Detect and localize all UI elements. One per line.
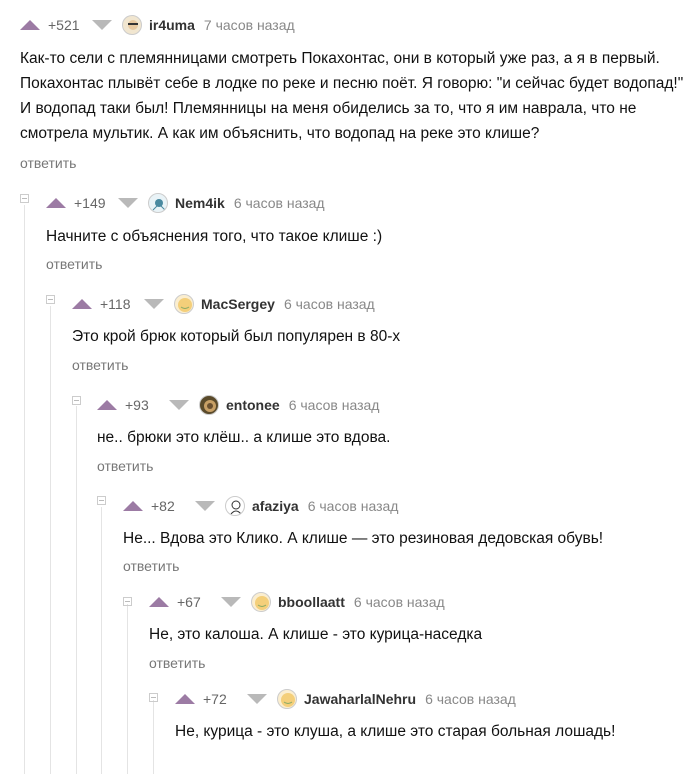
thread-line: [24, 205, 25, 774]
username[interactable]: bboollaatt: [278, 594, 345, 610]
comment-text: Это крой брюк который был популярен в 80…: [72, 328, 401, 345]
collapse-icon[interactable]: [123, 597, 132, 606]
comment-text: Не, курица - это клуша, а клише это стар…: [175, 723, 616, 740]
collapse-icon[interactable]: [46, 295, 55, 304]
avatar[interactable]: [122, 15, 142, 35]
upvote-icon[interactable]: [72, 299, 92, 309]
downvote-icon[interactable]: [221, 597, 241, 607]
timestamp: 6 часов назад: [307, 498, 399, 514]
username[interactable]: JawaharlalNehru: [304, 691, 416, 707]
thread-line: [50, 306, 51, 774]
thread-line: [101, 507, 102, 774]
reply-button[interactable]: ответить: [46, 256, 102, 272]
timestamp: 6 часов назад: [288, 397, 380, 413]
upvote-icon[interactable]: [97, 400, 117, 410]
username[interactable]: ir4uma: [149, 17, 195, 33]
timestamp: 7 часов назад: [203, 17, 295, 33]
username[interactable]: afaziya: [252, 498, 299, 514]
collapse-icon[interactable]: [97, 496, 106, 505]
timestamp: 6 часов назад: [283, 296, 375, 312]
upvote-icon[interactable]: [20, 20, 40, 30]
comment-header: +118 MacSergey 6 часов назад: [72, 292, 375, 316]
avatar[interactable]: [251, 592, 271, 612]
thread-line: [127, 604, 128, 774]
username[interactable]: Nem4ik: [175, 195, 225, 211]
thread-line: [76, 406, 77, 774]
collapse-icon[interactable]: [149, 693, 158, 702]
comment-header: +521 ir4uma 7 часов назад: [20, 13, 295, 37]
comment-rating: +72: [203, 691, 227, 707]
downvote-icon[interactable]: [144, 299, 164, 309]
comment-header: +82 afaziya 6 часов назад: [123, 494, 398, 518]
comment-text: Начните с объяснения того, что такое кли…: [46, 228, 383, 245]
reply-button[interactable]: ответить: [149, 655, 205, 671]
comment-header: +67 bboollaatt 6 часов назад: [149, 590, 445, 614]
downvote-icon[interactable]: [92, 20, 112, 30]
avatar[interactable]: [148, 193, 168, 213]
downvote-icon[interactable]: [118, 198, 138, 208]
comment-text: Как-то сели с племянницами смотреть Пока…: [20, 50, 684, 142]
comment-text: Не... Вдова это Клико. А клише — это рез…: [123, 530, 604, 547]
downvote-icon[interactable]: [169, 400, 189, 410]
comment-text: не.. брюки это клёш.. а клише это вдова.: [97, 429, 391, 446]
comment-header: +93 entonee 6 часов назад: [97, 393, 379, 417]
timestamp: 6 часов назад: [425, 691, 516, 707]
collapse-icon[interactable]: [72, 396, 81, 405]
downvote-icon[interactable]: [195, 501, 215, 511]
avatar[interactable]: [174, 294, 194, 314]
comment-header: +149 Nem4ik 6 часов назад: [46, 191, 325, 215]
avatar[interactable]: [199, 395, 219, 415]
upvote-icon[interactable]: [149, 597, 169, 607]
timestamp: 6 часов назад: [233, 195, 325, 211]
username[interactable]: MacSergey: [201, 296, 275, 312]
comment-rating: +82: [151, 498, 175, 514]
reply-button[interactable]: ответить: [20, 155, 76, 171]
avatar[interactable]: [277, 689, 297, 709]
comment-rating: +521: [48, 17, 80, 33]
upvote-icon[interactable]: [123, 501, 143, 511]
comment-rating: +67: [177, 594, 201, 610]
upvote-icon[interactable]: [46, 198, 66, 208]
comment-rating: +149: [74, 195, 106, 211]
comment-rating: +93: [125, 397, 149, 413]
comment-header: +72 JawaharlalNehru 6 часов назад: [175, 687, 516, 711]
username[interactable]: entonee: [226, 397, 280, 413]
timestamp: 6 часов назад: [353, 594, 445, 610]
downvote-icon[interactable]: [247, 694, 267, 704]
reply-button[interactable]: ответить: [97, 458, 153, 474]
reply-button[interactable]: ответить: [123, 558, 179, 574]
collapse-icon[interactable]: [20, 194, 29, 203]
comment-rating: +118: [100, 296, 131, 312]
comment-text: Не, это калоша. А клише - это курица-нас…: [149, 626, 483, 643]
thread-line: [153, 700, 154, 774]
reply-button[interactable]: ответить: [72, 357, 128, 373]
avatar[interactable]: [225, 496, 245, 516]
upvote-icon[interactable]: [175, 694, 195, 704]
